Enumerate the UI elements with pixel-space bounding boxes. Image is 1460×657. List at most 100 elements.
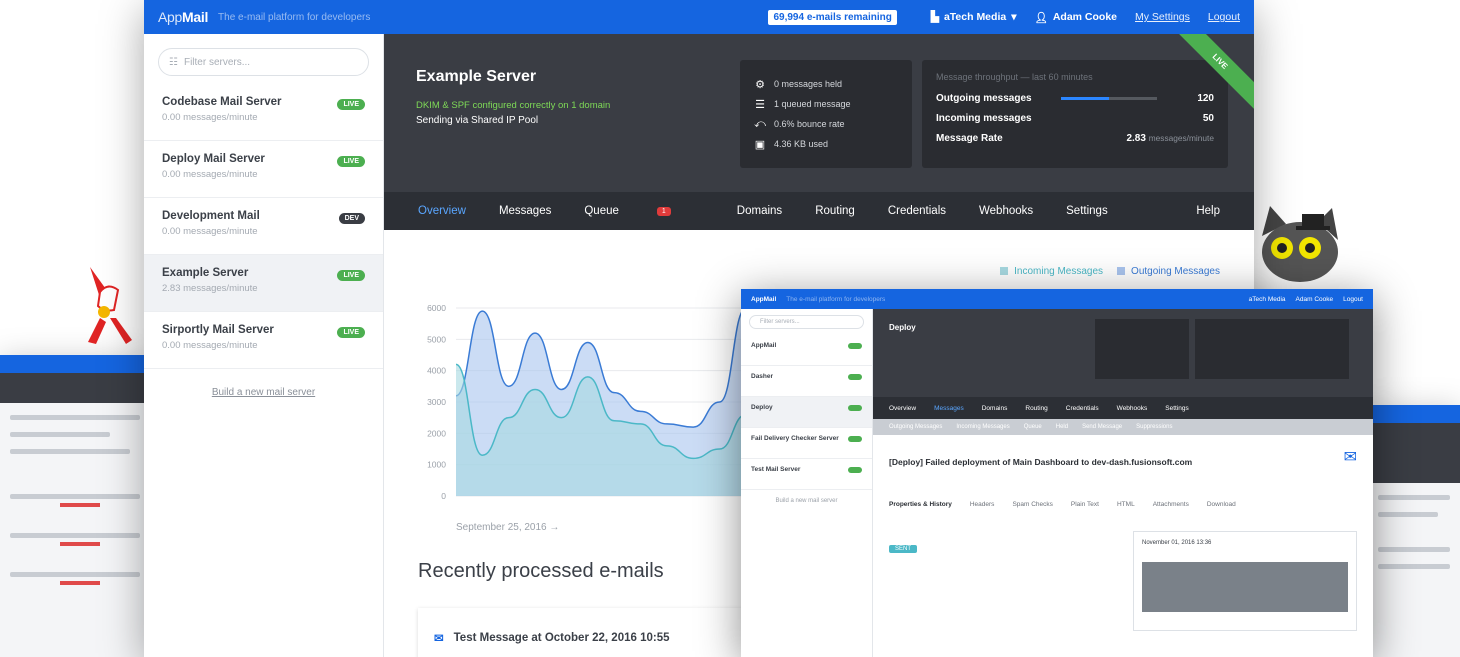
appmail-logo[interactable]: AppMail [158, 9, 208, 25]
background-screenshot-left [0, 355, 150, 657]
message-detail-screenshot: AppMail The e-mail platform for develope… [741, 289, 1373, 657]
overlay-build-link[interactable]: Build a new mail server [741, 498, 872, 504]
y-tick-label: 5000 [427, 334, 446, 344]
overlay-server-item[interactable]: Fail Delivery Checker Server [741, 428, 872, 459]
stat-bounce: ⤺ 0.6% bounce rate [754, 117, 845, 130]
outgoing-progress-bar [1061, 96, 1157, 100]
rate-row: Message Rate 2.83 messages/minute [936, 132, 1214, 144]
bounce-icon: ⤺ [754, 117, 766, 130]
envelope-icon: ✉ [434, 633, 444, 645]
y-tick-label: 1000 [427, 460, 446, 470]
filter-icon: ☷ [169, 56, 178, 68]
overlay-top-bar: AppMail The e-mail platform for develope… [741, 289, 1373, 309]
y-tick-label: 3000 [427, 397, 446, 407]
overlay-server-item[interactable]: Deploy [741, 397, 872, 428]
organization-menu[interactable]: ▙ aTech Media ▾ [931, 11, 1017, 23]
status-badge: LIVE [337, 156, 365, 167]
legend-incoming[interactable]: Incoming Messages [1000, 266, 1103, 277]
server-stats-box: ⚙ 0 messages held ☰ 1 queued message ⤺ 0.6%… [740, 60, 912, 168]
outgoing-progress-fill [1061, 96, 1109, 100]
y-tick-label: 0 [441, 491, 446, 501]
logout-link[interactable]: Logout [1208, 11, 1240, 23]
my-settings-link[interactable]: My Settings [1135, 11, 1190, 23]
envelope-icon: ✉ [1343, 449, 1357, 466]
disk-icon: ▣ [754, 138, 766, 151]
tab-webhooks[interactable]: Webhooks [979, 205, 1033, 217]
recent-email-item[interactable]: ✉ Test Message at October 22, 2016 10:55 [418, 608, 778, 657]
cat-mascot-icon [1262, 206, 1338, 282]
overlay-server-item[interactable]: AppMail [741, 335, 872, 366]
gear-icon: ⚙ [755, 78, 765, 91]
tab-overview[interactable]: Overview [418, 205, 466, 217]
build-new-server-link[interactable]: Build a new mail server [144, 387, 383, 398]
legend-outgoing[interactable]: Outgoing Messages [1117, 266, 1220, 277]
stat-held: ⚙ 0 messages held [755, 78, 843, 91]
overlay-server-item[interactable]: Dasher [741, 366, 872, 397]
queue-count-badge: 1 [656, 206, 671, 216]
message-volume-chart: 6000 5000 4000 3000 2000 1000 0 [427, 303, 747, 501]
server-name: Development Mail [162, 210, 260, 222]
background-screenshot-right [1368, 405, 1460, 657]
overlay-subnav: Outgoing Messages Incoming Messages Queu… [873, 419, 1373, 435]
overlay-nav: Overview Messages Domains Routing Creden… [873, 397, 1373, 419]
server-rate: 0.00 messages/minute [162, 112, 258, 123]
chart-start-date: September 25, 2016 → [456, 522, 560, 533]
server-item-codebase[interactable]: Codebase Mail Server 0.00 messages/minut… [144, 84, 383, 141]
tab-domains[interactable]: Domains [737, 205, 782, 217]
chart-legend: Incoming Messages Outgoing Messages [1000, 266, 1220, 277]
status-badge: LIVE [337, 270, 365, 281]
status-badge: LIVE [337, 327, 365, 338]
server-rate: 2.83 messages/minute [162, 283, 258, 294]
server-rate: 0.00 messages/minute [162, 340, 258, 351]
recent-emails-heading: Recently processed e-mails [418, 560, 664, 582]
server-item-sirportly[interactable]: Sirportly Mail Server 0.00 messages/minu… [144, 312, 383, 369]
status-badge: DEV [338, 213, 365, 224]
overlay-server-item[interactable]: Test Mail Server [741, 459, 872, 490]
help-link[interactable]: Help [1196, 205, 1220, 217]
emails-remaining-badge: 69,994 e-mails remaining [768, 9, 897, 25]
incoming-row: Incoming messages 50 [936, 112, 1214, 124]
filter-servers-input[interactable]: ☷ Filter servers... [158, 48, 369, 76]
server-rate: 0.00 messages/minute [162, 226, 258, 237]
overlay-server-header: Deploy [873, 309, 1373, 397]
stat-queued: ☰ 1 queued message [755, 98, 851, 111]
y-tick-label: 4000 [427, 366, 446, 376]
server-nav: Overview Messages Queue 1 Domains Routing… [384, 192, 1254, 230]
y-tick-label: 2000 [427, 428, 446, 438]
y-tick-label: 6000 [427, 303, 446, 313]
server-name: Deploy Mail Server [162, 153, 265, 165]
server-header: Example Server DKIM & SPF configured cor… [384, 34, 1254, 192]
server-item-deploy[interactable]: Deploy Mail Server 0.00 messages/minute … [144, 141, 383, 198]
server-item-development[interactable]: Development Mail 0.00 messages/minute DE… [144, 198, 383, 255]
server-sidebar: ☷ Filter servers... Codebase Mail Server… [144, 34, 384, 657]
overlay-sidebar: Filter servers... AppMail Dasher Deploy … [741, 309, 873, 657]
tagline: The e-mail platform for developers [218, 11, 371, 23]
tab-credentials[interactable]: Credentials [888, 205, 946, 217]
overlay-message-tabs: Properties & History Headers Spam Checks… [889, 501, 1236, 508]
server-name: Example Server [162, 267, 249, 279]
throughput-title: Message throughput — last 60 minutes [936, 72, 1093, 82]
status-badge: LIVE [337, 99, 365, 110]
chevron-down-icon: ▾ [1011, 11, 1017, 23]
chicken-mascot-icon [88, 267, 132, 344]
list-icon: ☰ [755, 98, 765, 111]
top-bar: AppMail The e-mail platform for develope… [144, 0, 1254, 34]
building-icon: ▙ [930, 11, 939, 23]
tab-routing[interactable]: Routing [815, 205, 855, 217]
server-item-example[interactable]: Example Server 2.83 messages/minute LIVE [144, 255, 383, 312]
server-name: Codebase Mail Server [162, 96, 282, 108]
user-icon: 👤︎ [1034, 11, 1048, 24]
tab-settings[interactable]: Settings [1066, 205, 1108, 217]
user-menu[interactable]: 👤︎ Adam Cooke [1034, 11, 1117, 24]
overlay-history-box: November 01, 2016 13:36 [1133, 531, 1357, 631]
throughput-box: Message throughput — last 60 minutes Out… [922, 60, 1228, 168]
tab-messages[interactable]: Messages [499, 205, 551, 217]
tab-queue[interactable]: Queue 1 [584, 205, 703, 217]
overlay-sent-badge: SENT [889, 545, 918, 553]
overlay-filter-input[interactable]: Filter servers... [749, 315, 864, 329]
server-rate: 0.00 messages/minute [162, 169, 258, 180]
server-name: Sirportly Mail Server [162, 324, 274, 336]
stat-storage: ▣ 4.36 KB used [754, 138, 829, 151]
outgoing-row: Outgoing messages 120 [936, 92, 1214, 104]
overlay-message-title: [Deploy] Failed deployment of Main Dashb… [889, 457, 1193, 467]
